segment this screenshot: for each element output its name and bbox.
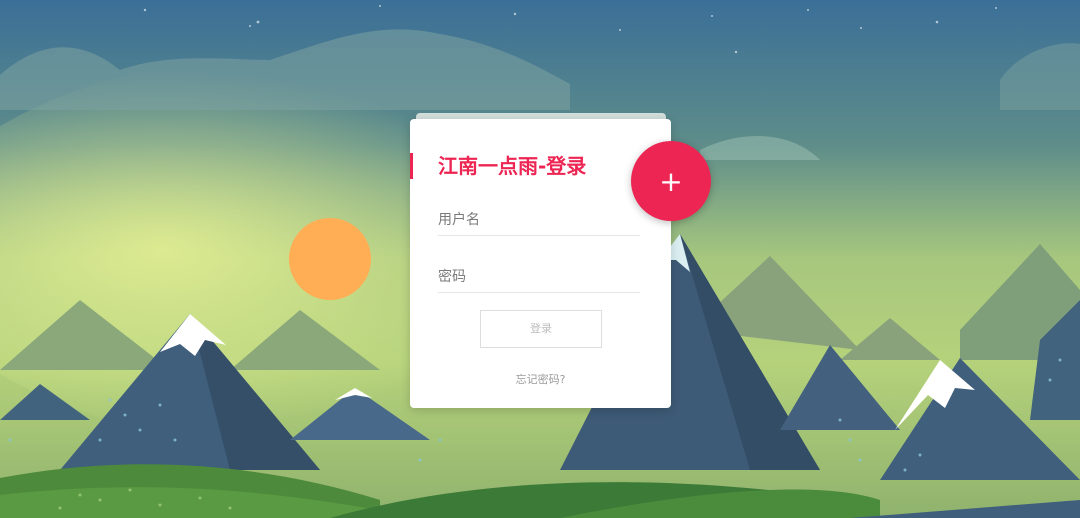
plus-icon[interactable]: + [631,141,711,221]
login-title: 江南一点雨-登录 [438,154,587,178]
username-input[interactable] [438,205,640,236]
forgot-password-link[interactable]: 忘记密码? [410,371,671,387]
login-button[interactable]: 登录 [480,310,602,348]
password-input[interactable] [438,262,640,293]
login-card: 江南一点雨-登录 登录 忘记密码? [410,119,671,408]
title-accent-bar [410,153,413,179]
